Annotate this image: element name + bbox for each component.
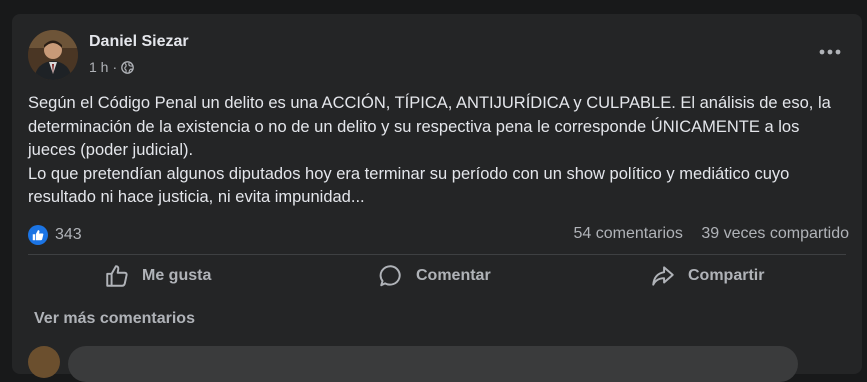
more-horizontal-icon[interactable] bbox=[812, 40, 848, 64]
globe-icon[interactable] bbox=[121, 60, 134, 74]
share-button-label: Compartir bbox=[688, 267, 765, 284]
comment-button-label: Comentar bbox=[416, 267, 491, 284]
post-timestamp[interactable]: 1 h bbox=[89, 59, 108, 75]
share-button[interactable]: Compartir bbox=[650, 257, 764, 295]
engagement-stats: 54 comentarios 39 veces compartido bbox=[574, 225, 849, 243]
action-bar: Me gusta Comentar Compartir bbox=[28, 254, 846, 299]
reaction-count: 343 bbox=[55, 226, 82, 243]
like-button[interactable]: Me gusta bbox=[104, 257, 211, 295]
comment-button[interactable]: Comentar bbox=[378, 257, 491, 295]
comment-input[interactable] bbox=[68, 346, 798, 382]
like-button-label: Me gusta bbox=[142, 267, 212, 284]
meta-separator: · bbox=[112, 59, 118, 75]
post-meta: 1 h · bbox=[89, 59, 134, 75]
reactions-summary[interactable]: 343 bbox=[28, 222, 82, 248]
author-name[interactable]: Daniel Siezar bbox=[89, 33, 189, 51]
author-avatar[interactable] bbox=[28, 30, 78, 80]
commenter-avatar[interactable] bbox=[28, 346, 60, 378]
avatar-photo-icon bbox=[28, 30, 78, 80]
comments-count-link[interactable]: 54 comentarios bbox=[574, 225, 683, 242]
post-card: Daniel Siezar 1 h · Según el Código Pena… bbox=[12, 14, 862, 382]
post-text: Según el Código Penal un delito es una A… bbox=[28, 92, 848, 210]
post-paragraph: Según el Código Penal un delito es una A… bbox=[28, 94, 831, 159]
shares-count-link[interactable]: 39 veces compartido bbox=[701, 225, 849, 242]
thumbs-up-icon bbox=[106, 265, 128, 287]
share-arrow-icon bbox=[652, 266, 674, 286]
see-more-comments-link[interactable]: Ver más comentarios bbox=[34, 310, 195, 328]
like-icon bbox=[28, 225, 48, 245]
comment-bubble-icon bbox=[379, 265, 401, 287]
post-paragraph: Lo que pretendían algunos diputados hoy … bbox=[28, 164, 790, 207]
